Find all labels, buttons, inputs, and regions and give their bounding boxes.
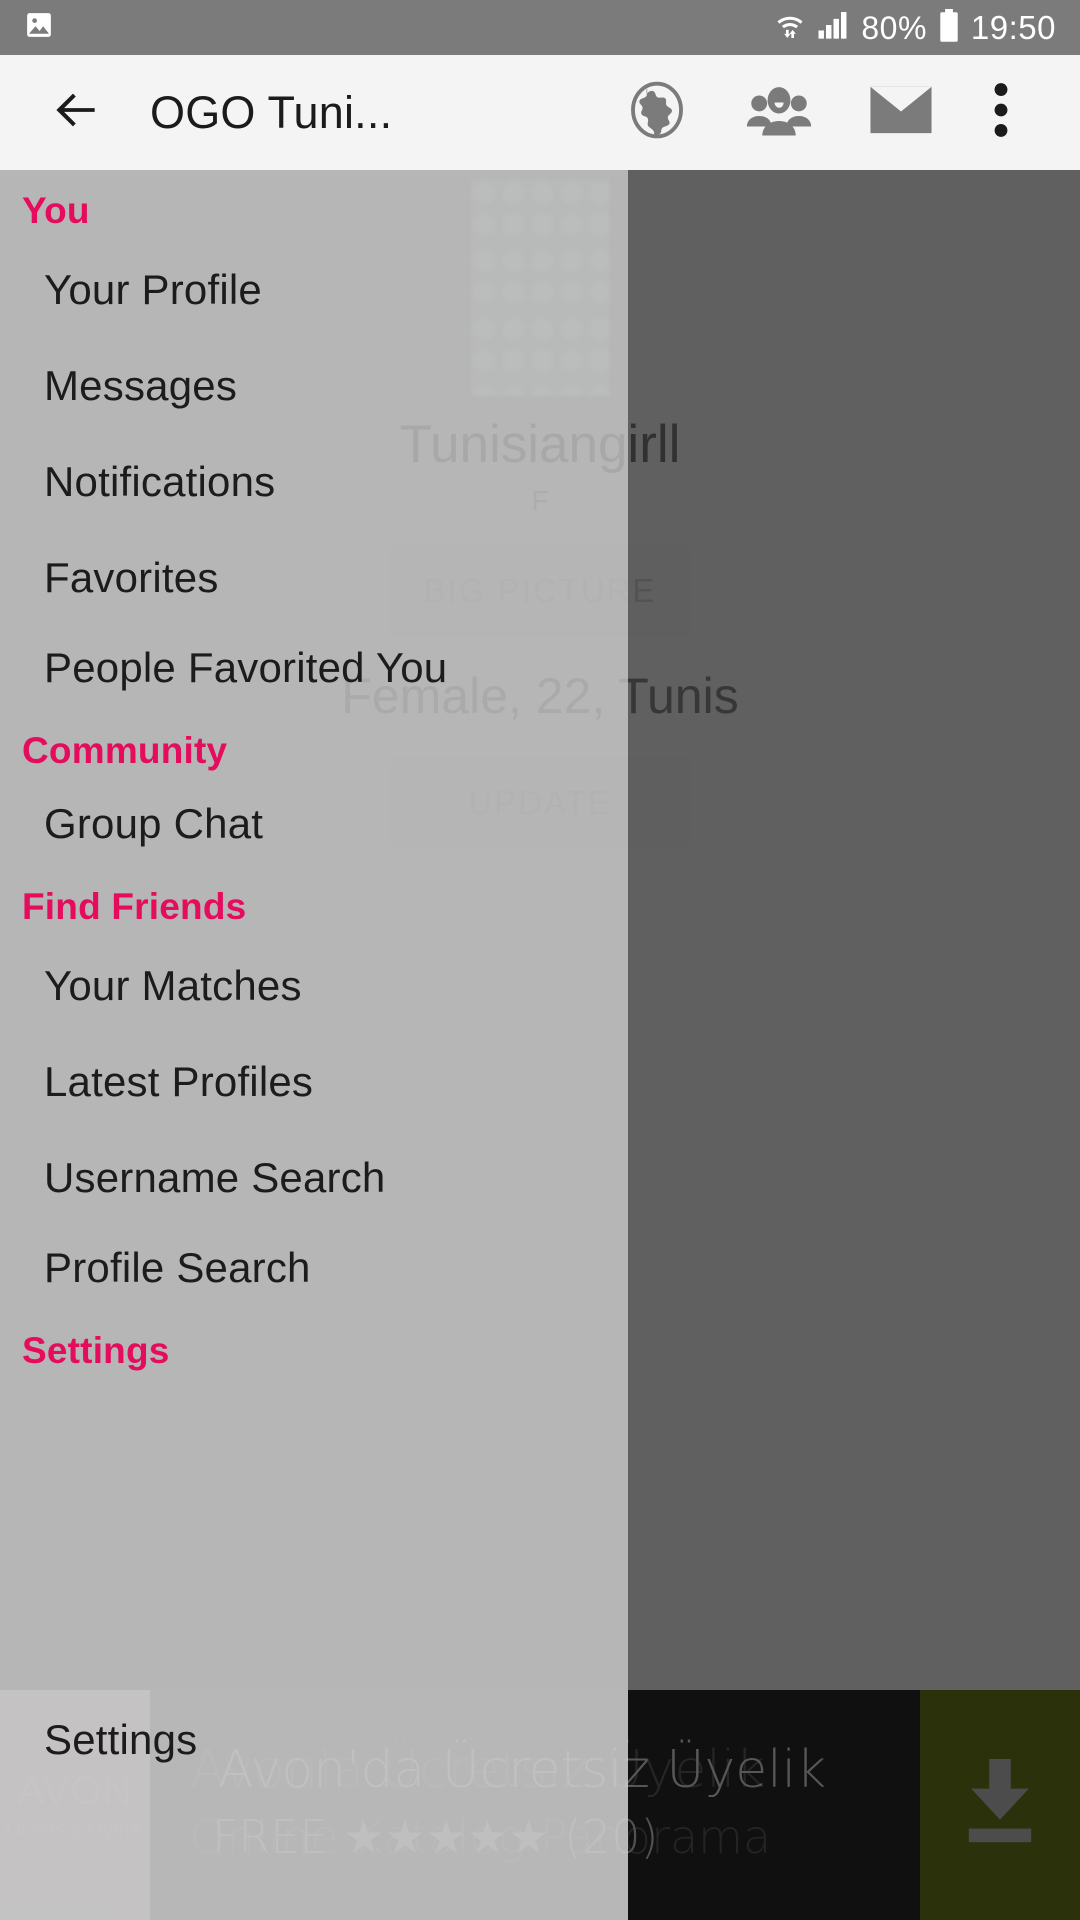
drawer-section-header-settings: Settings	[22, 1330, 170, 1371]
battery-icon	[938, 8, 960, 47]
messages-button[interactable]	[840, 58, 962, 168]
drawer-section-header-community: Community	[22, 730, 228, 771]
cellular-signal-icon	[817, 10, 850, 45]
app-bar: OGO Tuni...	[0, 55, 1080, 170]
overflow-menu-button[interactable]	[962, 58, 1040, 168]
app-bar-actions	[596, 58, 1040, 168]
drawer-item-group-chat[interactable]: Group Chat	[0, 782, 628, 866]
drawer-item-favorites[interactable]: Favorites	[0, 530, 628, 626]
battery-percent: 80%	[861, 9, 927, 46]
people-button[interactable]	[718, 58, 840, 168]
clock: 19:50	[970, 9, 1056, 46]
drawer-item-settings[interactable]: Settings	[0, 1690, 628, 1788]
drawer-item-username-search[interactable]: Username Search	[0, 1130, 628, 1226]
drawer-item-notifications[interactable]: Notifications	[0, 434, 628, 530]
drawer-section-header-find-friends: Find Friends	[22, 886, 247, 927]
drawer-scroll: You Your Profile Messages Notifications …	[0, 170, 628, 1382]
wifi-icon	[774, 9, 806, 47]
drawer-section-header-you: You	[22, 190, 90, 231]
globe-icon	[626, 79, 688, 146]
drawer-item-your-matches[interactable]: Your Matches	[0, 938, 628, 1034]
drawer-item-your-profile[interactable]: Your Profile	[0, 242, 628, 338]
drawer-item-messages[interactable]: Messages	[0, 338, 628, 434]
back-button[interactable]	[40, 77, 112, 149]
drawer-item-people-favorited-you[interactable]: People Favorited You	[0, 626, 628, 710]
overflow-icon	[994, 82, 1008, 143]
status-bar-left	[24, 10, 54, 45]
page-title: OGO Tuni...	[150, 86, 393, 138]
screen-root: 80% 19:50 OGO Tuni... Tunis Üyelik Üyeli…	[0, 0, 1080, 1920]
envelope-icon	[869, 84, 933, 141]
drawer-item-profile-search[interactable]: Profile Search	[0, 1226, 628, 1310]
status-bar-right: 80% 19:50	[774, 8, 1056, 47]
drawer-bottom-region: Settings	[0, 1690, 628, 1920]
drawer-item-latest-profiles[interactable]: Latest Profiles	[0, 1034, 628, 1130]
image-icon	[24, 10, 54, 45]
navigation-drawer: You Your Profile Messages Notifications …	[0, 170, 628, 1920]
people-icon	[746, 80, 812, 145]
back-arrow-icon	[48, 82, 104, 143]
status-bar: 80% 19:50	[0, 0, 1080, 55]
globe-button[interactable]	[596, 58, 718, 168]
